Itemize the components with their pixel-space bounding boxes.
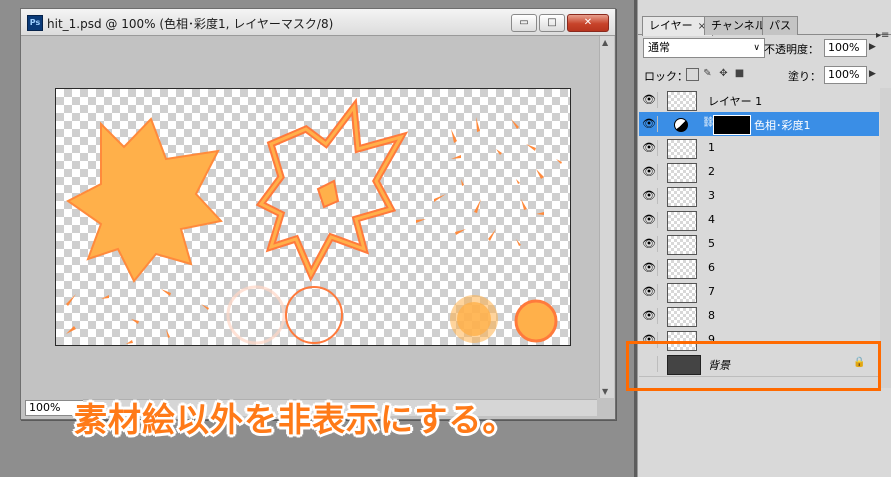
eye-icon[interactable]: 👁 bbox=[641, 188, 658, 204]
panel-tabs: レイヤー × チャンネル パス ▸≡ bbox=[638, 14, 891, 41]
lock-brush-icon[interactable]: ✎ bbox=[702, 68, 713, 79]
tab-paths[interactable]: パス bbox=[762, 16, 798, 35]
tab-label: チャンネル bbox=[711, 19, 766, 32]
filled-burst-art bbox=[66, 117, 223, 283]
layer-name: 2 bbox=[708, 165, 715, 178]
layer-name: 4 bbox=[708, 213, 715, 226]
document-window: Ps hit_1.psd @ 100% (色相･彩度1, レイヤーマスク/8) … bbox=[20, 8, 616, 420]
eye-icon[interactable]: 👁 bbox=[641, 140, 658, 156]
layer-name: 6 bbox=[708, 261, 715, 274]
adjustment-layer-icon bbox=[674, 118, 688, 132]
eye-icon[interactable]: 👁 bbox=[641, 116, 658, 132]
layer-name: 色相･彩度1 bbox=[754, 119, 811, 132]
blend-mode-select[interactable]: 通常 ∨ bbox=[643, 38, 765, 58]
opacity-label: 不透明度： bbox=[764, 43, 819, 56]
solid-circle-art bbox=[514, 299, 558, 343]
fill-input[interactable]: 100% bbox=[824, 66, 867, 84]
outline-circle-art bbox=[285, 286, 343, 344]
opacity-dropdown-icon[interactable]: ▶ bbox=[869, 42, 876, 52]
shards-art bbox=[416, 117, 562, 246]
layer-name: 3 bbox=[708, 189, 715, 202]
eye-icon[interactable]: 👁 bbox=[641, 212, 658, 228]
layer-name: 8 bbox=[708, 309, 715, 322]
tab-layers[interactable]: レイヤー × bbox=[642, 16, 714, 36]
layer-thumbnail bbox=[667, 283, 697, 303]
panel-menu-icon[interactable]: ▸≡ bbox=[876, 30, 889, 41]
layer-thumbnail bbox=[667, 163, 697, 183]
instruction-caption: 素材絵以外を非表示にする。 bbox=[74, 400, 517, 439]
scroll-down-icon[interactable]: ▼ bbox=[602, 387, 608, 396]
tab-label: パス bbox=[769, 19, 791, 32]
star-center-art bbox=[316, 179, 340, 209]
eye-icon[interactable]: 👁 bbox=[641, 92, 658, 108]
blur-circle-core bbox=[457, 302, 491, 336]
layer-thumbnail bbox=[667, 91, 697, 111]
layer-row-selected[interactable]: 👁 ⛓ 色相･彩度1 bbox=[639, 112, 879, 137]
eye-icon[interactable]: 👁 bbox=[641, 164, 658, 180]
layer-thumbnail bbox=[667, 235, 697, 255]
document-titlebar[interactable]: Ps hit_1.psd @ 100% (色相･彩度1, レイヤーマスク/8) … bbox=[21, 9, 615, 36]
lock-move-icon[interactable]: ✥ bbox=[718, 68, 729, 79]
layer-row[interactable]: 👁 8 bbox=[639, 304, 879, 329]
lock-transparency-icon[interactable] bbox=[686, 68, 699, 81]
faint-ring-art bbox=[226, 285, 286, 345]
layer-mask-thumbnail[interactable] bbox=[713, 115, 751, 135]
layer-thumbnail bbox=[667, 307, 697, 327]
fill-dropdown-icon[interactable]: ▶ bbox=[869, 69, 876, 79]
layer-name: 5 bbox=[708, 237, 715, 250]
layer-thumbnail bbox=[667, 259, 697, 279]
fill-label: 塗り： bbox=[788, 70, 821, 83]
opacity-input[interactable]: 100% bbox=[824, 39, 867, 57]
layer-row[interactable]: 👁 4 bbox=[639, 208, 879, 233]
lock-all-icon[interactable]: ■ bbox=[734, 68, 745, 79]
annotation-highlight-box bbox=[626, 341, 881, 391]
layer-row[interactable]: 👁 6 bbox=[639, 256, 879, 281]
layer-thumbnail bbox=[667, 211, 697, 231]
layer-row[interactable]: 👁 1 bbox=[639, 136, 879, 161]
small-pieces-art bbox=[66, 289, 209, 344]
layer-row[interactable]: 👁 7 bbox=[639, 280, 879, 305]
layer-name: 7 bbox=[708, 285, 715, 298]
canvas[interactable] bbox=[55, 88, 571, 346]
maximize-button[interactable]: □ bbox=[539, 14, 565, 32]
close-button[interactable]: ✕ bbox=[567, 14, 609, 32]
layers-panel: レイヤー × チャンネル パス ▸≡ 通常 ∨ 不透明度： 100% ▶ ロック：… bbox=[637, 0, 891, 477]
artwork bbox=[66, 97, 562, 345]
layer-row[interactable]: 👁 5 bbox=[639, 232, 879, 257]
layer-row[interactable]: 👁 2 bbox=[639, 160, 879, 185]
layer-list-scrollbar[interactable] bbox=[880, 88, 891, 388]
document-title: hit_1.psd @ 100% (色相･彩度1, レイヤーマスク/8) bbox=[47, 17, 334, 31]
vertical-scrollbar[interactable]: ▲ ▼ bbox=[599, 36, 614, 398]
eye-icon[interactable]: 👁 bbox=[641, 284, 658, 300]
tab-label: レイヤー bbox=[649, 19, 693, 32]
layer-name: レイヤー 1 bbox=[708, 95, 763, 108]
minimize-button[interactable]: ▭ bbox=[511, 14, 537, 32]
scroll-up-icon[interactable]: ▲ bbox=[602, 38, 608, 47]
layer-thumbnail bbox=[667, 187, 697, 207]
lock-label: ロック： bbox=[644, 70, 688, 83]
photoshop-icon: Ps bbox=[27, 15, 43, 31]
layer-thumbnail bbox=[667, 139, 697, 159]
blend-mode-value: 通常 bbox=[648, 41, 670, 54]
eye-icon[interactable]: 👁 bbox=[641, 260, 658, 276]
layer-row[interactable]: 👁 3 bbox=[639, 184, 879, 209]
chevron-down-icon: ∨ bbox=[753, 43, 760, 53]
eye-icon[interactable]: 👁 bbox=[641, 236, 658, 252]
layer-name: 1 bbox=[708, 141, 715, 154]
layer-row[interactable]: 👁 レイヤー 1 bbox=[639, 88, 879, 113]
eye-icon[interactable]: 👁 bbox=[641, 308, 658, 324]
